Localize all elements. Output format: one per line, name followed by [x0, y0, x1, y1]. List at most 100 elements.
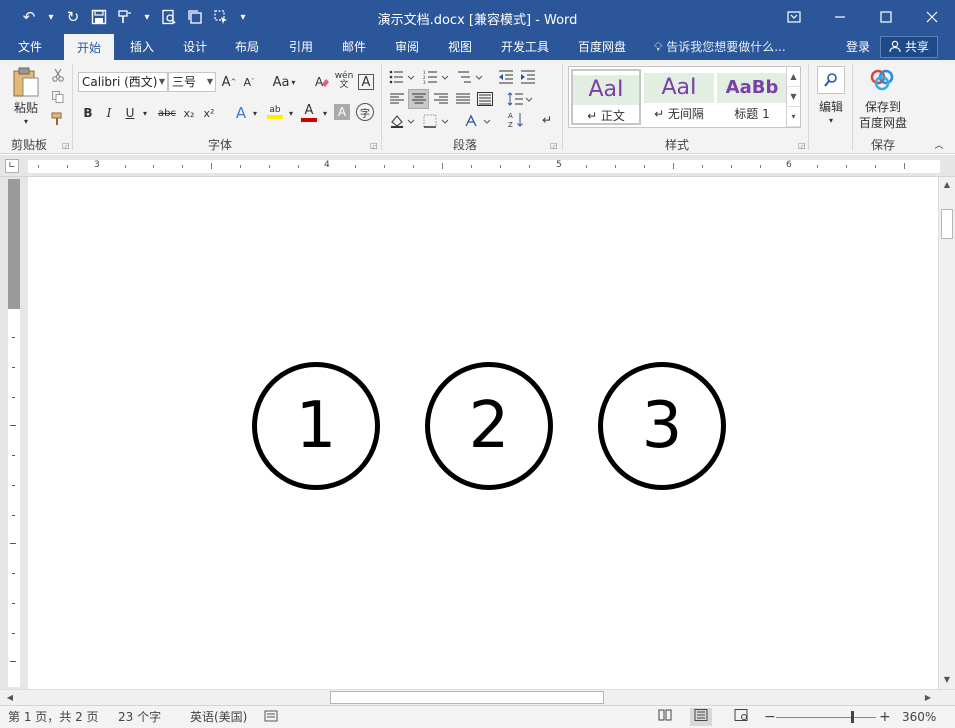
- font-color-icon[interactable]: A: [298, 100, 320, 124]
- macro-record-icon[interactable]: [264, 706, 278, 728]
- font-size-combo[interactable]: 三号 ▼: [168, 72, 216, 92]
- grow-font-icon[interactable]: A ^: [220, 72, 238, 92]
- strikethrough-button[interactable]: abc: [156, 103, 178, 123]
- justify-icon[interactable]: [454, 90, 472, 108]
- format-painter-qat-icon[interactable]: [114, 6, 136, 28]
- subscript-button[interactable]: x₂: [180, 103, 198, 123]
- enclose-characters-icon[interactable]: 字: [356, 103, 374, 121]
- show-marks-icon[interactable]: ↵: [538, 110, 556, 130]
- font-size-dropdown-icon[interactable]: ▼: [207, 73, 213, 91]
- clear-formatting-icon[interactable]: A: [312, 72, 332, 92]
- ribbon-display-options-icon[interactable]: [771, 0, 817, 34]
- page-count[interactable]: 第 1 页，共 2 页: [8, 706, 99, 728]
- align-left-icon[interactable]: [388, 90, 406, 108]
- font-name-combo[interactable]: Calibri (西文) ▼: [78, 72, 168, 92]
- styles-launcher-icon[interactable]: ◲: [798, 141, 806, 150]
- cut-icon[interactable]: [48, 66, 68, 84]
- borders-icon[interactable]: [422, 112, 450, 130]
- select-icon[interactable]: [210, 6, 232, 28]
- tab-selector[interactable]: ∟: [5, 159, 19, 173]
- paste-dropdown-icon[interactable]: ▾: [18, 116, 34, 126]
- vertical-scrollbar[interactable]: ▲ ▼: [938, 177, 955, 689]
- scroll-left-icon[interactable]: ◀: [2, 690, 18, 705]
- text-effects-dropdown-icon[interactable]: ▾: [250, 103, 260, 123]
- align-right-icon[interactable]: [432, 90, 450, 108]
- tell-me-box[interactable]: 💡︎ 告诉我您想要做什么...: [654, 34, 786, 60]
- tab-file[interactable]: 文件: [6, 34, 54, 60]
- tab-layout[interactable]: 布局: [223, 34, 271, 60]
- line-spacing-icon[interactable]: [506, 90, 534, 108]
- tab-insert[interactable]: 插入: [118, 34, 166, 60]
- highlight-icon[interactable]: ab: [264, 100, 286, 124]
- paragraph-launcher-icon[interactable]: ◲: [550, 141, 558, 150]
- phonetic-guide-icon[interactable]: wén 文: [334, 70, 354, 92]
- editing-dropdown-icon[interactable]: ▾: [824, 114, 838, 126]
- style-normal[interactable]: AaI ↵ 正文: [571, 69, 641, 125]
- tab-view[interactable]: 视图: [436, 34, 484, 60]
- horizontal-scrollbar[interactable]: ◀ ▶: [0, 689, 955, 705]
- minimize-icon[interactable]: [817, 0, 863, 34]
- zoom-slider-thumb[interactable]: [851, 711, 854, 723]
- copy-icon[interactable]: [48, 88, 68, 106]
- styles-more-icon[interactable]: ▾: [787, 107, 800, 127]
- redo-icon[interactable]: ↻: [62, 6, 84, 28]
- word-count[interactable]: 23 个字: [118, 706, 161, 728]
- style-heading-1[interactable]: AaBb 标题 1: [717, 69, 787, 125]
- clipboard-launcher-icon[interactable]: ◲: [62, 141, 70, 150]
- styles-up-icon[interactable]: ▲: [787, 67, 800, 87]
- circled-number-1[interactable]: 1: [252, 362, 380, 490]
- collapse-ribbon-icon[interactable]: ︿: [932, 138, 946, 151]
- vertical-scroll-thumb[interactable]: [941, 209, 953, 239]
- tab-design[interactable]: 设计: [171, 34, 219, 60]
- circled-number-2[interactable]: 2: [425, 362, 553, 490]
- underline-button[interactable]: U: [122, 103, 138, 123]
- web-layout-icon[interactable]: [730, 708, 752, 726]
- increase-indent-icon[interactable]: [518, 68, 538, 86]
- character-border-icon[interactable]: A: [358, 74, 374, 90]
- zoom-in-icon[interactable]: +: [879, 706, 891, 728]
- print-preview-icon[interactable]: [158, 6, 180, 28]
- numbering-icon[interactable]: 123: [422, 68, 450, 86]
- decrease-indent-icon[interactable]: [496, 68, 516, 86]
- styles-down-icon[interactable]: ▼: [787, 87, 800, 107]
- bold-button[interactable]: B: [80, 103, 96, 123]
- change-case-icon[interactable]: Aa ▾: [268, 72, 300, 92]
- baidu-netdisk-icon[interactable]: [866, 66, 898, 94]
- font-color-dropdown-icon[interactable]: ▾: [320, 103, 330, 123]
- close-icon[interactable]: [909, 0, 955, 34]
- tab-review[interactable]: 审阅: [383, 34, 431, 60]
- share-button[interactable]: 共享: [880, 36, 938, 58]
- tab-references[interactable]: 引用: [277, 34, 325, 60]
- find-icon[interactable]: [817, 66, 845, 94]
- paste-button[interactable]: 粘贴: [8, 99, 44, 115]
- undo-dropdown-icon[interactable]: ▾: [44, 6, 58, 28]
- font-launcher-icon[interactable]: ◲: [370, 141, 378, 150]
- superscript-button[interactable]: x²: [200, 103, 218, 123]
- customize-qat-icon[interactable]: ▾: [236, 6, 250, 28]
- scroll-down-icon[interactable]: ▼: [939, 672, 955, 688]
- tab-home[interactable]: 开始: [64, 34, 114, 60]
- scroll-right-icon[interactable]: ▶: [920, 690, 936, 705]
- save-to-baidu-line1[interactable]: 保存到: [856, 98, 910, 114]
- tab-baidu-netdisk[interactable]: 百度网盘: [570, 34, 634, 60]
- highlight-dropdown-icon[interactable]: ▾: [286, 103, 296, 123]
- chinese-layout-icon[interactable]: [464, 112, 492, 130]
- paste-icon[interactable]: [10, 66, 42, 98]
- save-to-baidu-line2[interactable]: 百度网盘: [856, 114, 910, 130]
- zoom-out-icon[interactable]: −: [764, 706, 776, 728]
- login-link[interactable]: 登录: [846, 34, 870, 60]
- character-shading-icon[interactable]: A: [334, 104, 350, 120]
- undo-icon[interactable]: ↶: [18, 6, 40, 28]
- shrink-font-icon[interactable]: Aˇ: [240, 72, 258, 92]
- tab-developer[interactable]: 开发工具: [494, 34, 556, 60]
- zoom-slider-track[interactable]: [776, 717, 876, 718]
- save-icon[interactable]: [88, 6, 110, 28]
- sort-icon[interactable]: AZ: [506, 110, 526, 130]
- style-no-spacing[interactable]: AaI ↵ 无间隔: [644, 69, 714, 125]
- document-canvas[interactable]: 1 2 3: [28, 177, 938, 689]
- bullets-icon[interactable]: [388, 68, 416, 86]
- text-effects-icon[interactable]: A: [232, 102, 250, 124]
- print-layout-icon[interactable]: [690, 708, 712, 726]
- read-mode-icon[interactable]: [654, 708, 676, 726]
- align-center-icon[interactable]: [408, 89, 429, 109]
